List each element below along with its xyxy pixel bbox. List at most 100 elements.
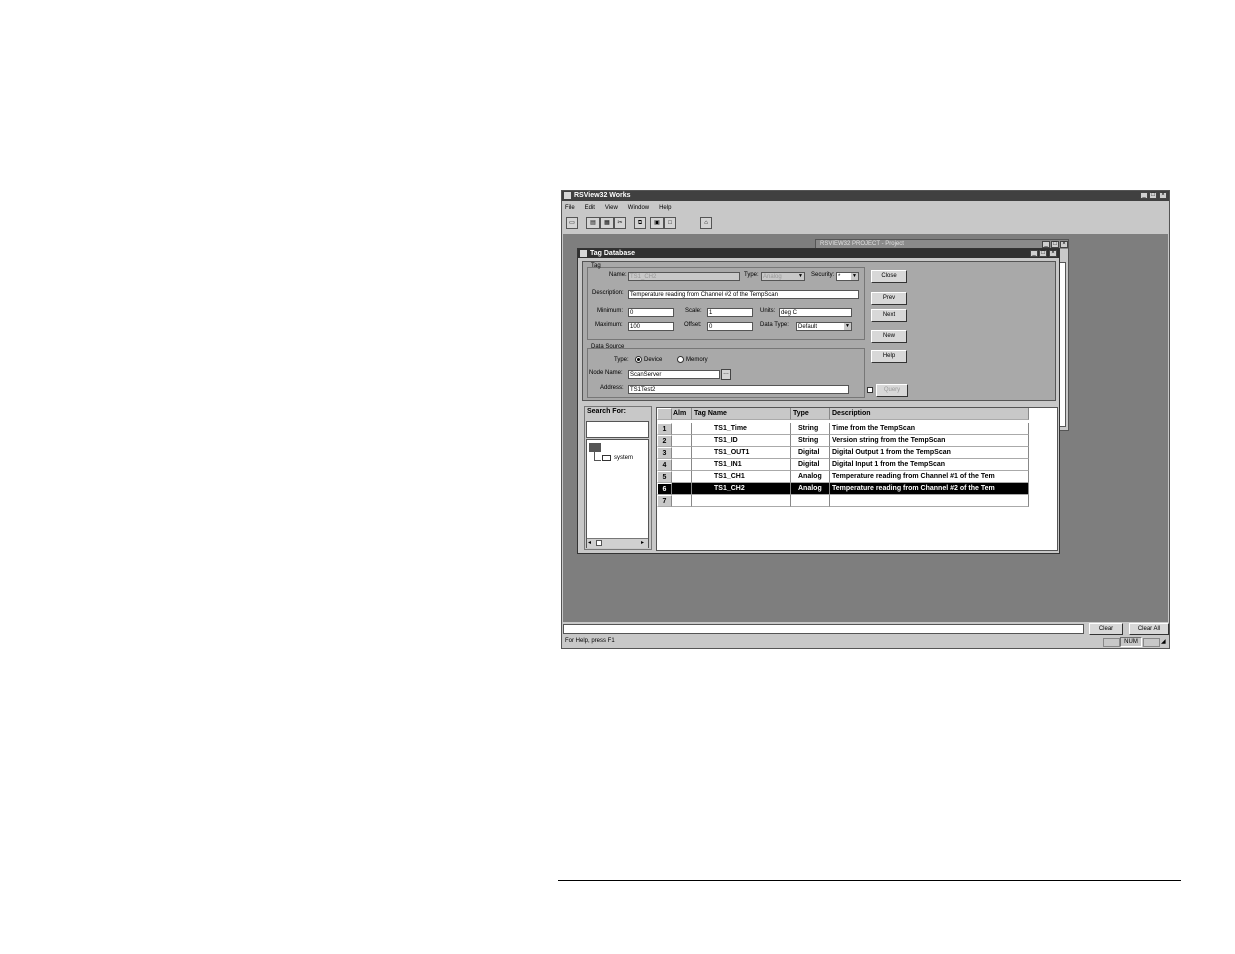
grid-corner[interactable] [657,408,672,420]
memory-radio-icon[interactable] [677,356,684,363]
cell-tag-name[interactable]: TS1_IN1 [692,459,791,471]
save-icon[interactable]: ▦ [600,217,614,229]
col-header-tag-name[interactable]: Tag Name [692,408,791,420]
address-field[interactable]: TS1Test2 [628,385,849,394]
query-checkbox[interactable] [867,387,873,393]
tag-database-title-bar[interactable]: Tag Database _ □ × [578,249,1059,258]
search-input[interactable] [586,421,649,438]
table-row[interactable]: 4 TS1_IN1 Digital Digital Input 1 from the … [657,459,1029,471]
new-icon[interactable]: ▭ [566,217,578,229]
copy-icon[interactable]: ⧉ [634,217,646,229]
tag-db-close-icon[interactable]: × [1049,250,1057,257]
chevron-down-icon[interactable]: ▼ [851,273,858,280]
paste-icon[interactable]: ▣ [650,217,664,229]
cell-alm[interactable] [672,447,692,459]
cell-alm[interactable] [672,459,692,471]
cell-type[interactable]: Analog [791,483,830,495]
print-icon[interactable]: □ [664,217,676,229]
device-radio[interactable]: Device [635,356,662,365]
maximum-field[interactable]: 100 [628,322,674,331]
cell-alm[interactable] [672,495,692,507]
cell-alm[interactable] [672,435,692,447]
next-button[interactable]: Next [871,309,907,322]
cell-tag-name[interactable] [692,495,791,507]
cell-description[interactable]: Temperature reading from Channel #1 of t… [830,471,1029,483]
tree-item-system[interactable]: system [614,454,633,463]
name-field[interactable]: TS1_CH2 [628,272,740,281]
cell-alm[interactable] [672,423,692,435]
units-field[interactable]: deg C [779,308,852,317]
chevron-down-icon[interactable]: ▼ [797,273,804,280]
cell-tag-name[interactable]: TS1_OUT1 [692,447,791,459]
type-select[interactable]: Analog ▼ [761,272,805,281]
col-header-type[interactable]: Type [791,408,830,420]
offset-field[interactable]: 0 [707,322,753,331]
row-number[interactable]: 7 [657,495,672,507]
cell-type[interactable]: Analog [791,471,830,483]
open-icon[interactable]: ▤ [586,217,600,229]
col-header-alm[interactable]: Alm [672,408,692,420]
scroll-right-icon[interactable]: ▸ [641,539,644,547]
chevron-down-icon[interactable]: ▼ [844,323,851,330]
table-row[interactable]: 2 TS1_ID String Version string from the Tem… [657,435,1029,447]
activity-log-field[interactable] [563,624,1084,634]
menu-window[interactable]: Window [628,204,649,213]
query-button[interactable]: Query [876,384,908,397]
cell-description[interactable]: Time from the TempScan [830,423,1029,435]
cell-type[interactable] [791,495,830,507]
project-maximize-icon[interactable]: □ [1051,241,1059,248]
menu-help[interactable]: Help [659,204,671,213]
table-row[interactable]: 3 TS1_OUT1 Digital Digital Output 1 from th… [657,447,1029,459]
cell-type[interactable]: String [791,435,830,447]
table-row[interactable]: 6 TS1_CH2 Analog Temperature reading from C… [657,483,1029,495]
row-number[interactable]: 1 [657,423,672,435]
cell-tag-name[interactable]: TS1_CH2 [692,483,791,495]
table-row[interactable]: 5 TS1_CH1 Analog Temperature reading from C… [657,471,1029,483]
close-button[interactable]: Close [871,270,907,283]
cell-alm[interactable] [672,483,692,495]
scroll-thumb[interactable] [596,540,602,546]
new-button[interactable]: New [871,330,907,343]
maximize-icon[interactable]: □ [1149,192,1157,199]
root-folder-icon[interactable] [589,443,601,452]
cell-type[interactable]: String [791,423,830,435]
folder-icon[interactable] [602,455,611,461]
cut-icon[interactable]: ✂ [614,217,626,229]
device-radio-icon[interactable] [635,356,642,363]
tag-db-minimize-icon[interactable]: _ [1030,250,1038,257]
close-icon[interactable]: × [1159,192,1167,199]
security-select[interactable]: * ▼ [836,272,859,281]
app-title-bar[interactable]: RSView32 Works _ □ × [562,191,1169,201]
cell-description[interactable]: Temperature reading from Channel #2 of t… [830,483,1029,495]
clear-all-button[interactable]: Clear All [1129,623,1169,635]
clear-button[interactable]: Clear [1089,623,1123,635]
row-number[interactable]: 5 [657,471,672,483]
col-header-description[interactable]: Description [830,408,1029,420]
menu-view[interactable]: View [605,204,618,213]
cell-description[interactable] [830,495,1029,507]
datatype-select[interactable]: Default ▼ [796,322,852,331]
cell-description[interactable]: Digital Input 1 from the TempScan [830,459,1029,471]
cell-tag-name[interactable]: TS1_Time [692,423,791,435]
project-close-icon[interactable]: × [1060,241,1068,248]
memory-radio[interactable]: Memory [677,356,708,365]
cell-description[interactable]: Digital Output 1 from the TempScan [830,447,1029,459]
minimum-field[interactable]: 0 [628,308,674,317]
row-number[interactable]: 2 [657,435,672,447]
nodename-browse-button[interactable]: … [721,369,731,380]
cell-tag-name[interactable]: TS1_ID [692,435,791,447]
nodename-field[interactable]: ScanServer [628,370,720,379]
row-number[interactable]: 3 [657,447,672,459]
menu-edit[interactable]: Edit [585,204,595,213]
cell-description[interactable]: Version string from the TempScan [830,435,1029,447]
scroll-left-icon[interactable]: ◂ [588,539,591,547]
row-number[interactable]: 4 [657,459,672,471]
tree-hscrollbar[interactable]: ◂ ▸ [587,538,648,548]
table-row[interactable]: 1 TS1_Time String Time from the TempScan [657,423,1029,435]
table-row[interactable]: 7 [657,495,1029,507]
resize-grip-icon[interactable]: ◢ [1161,638,1166,646]
project-minimize-icon[interactable]: _ [1042,241,1050,248]
menu-file[interactable]: File [565,204,575,213]
prev-button[interactable]: Prev [871,292,907,305]
tag-db-maximize-icon[interactable]: □ [1039,250,1047,257]
